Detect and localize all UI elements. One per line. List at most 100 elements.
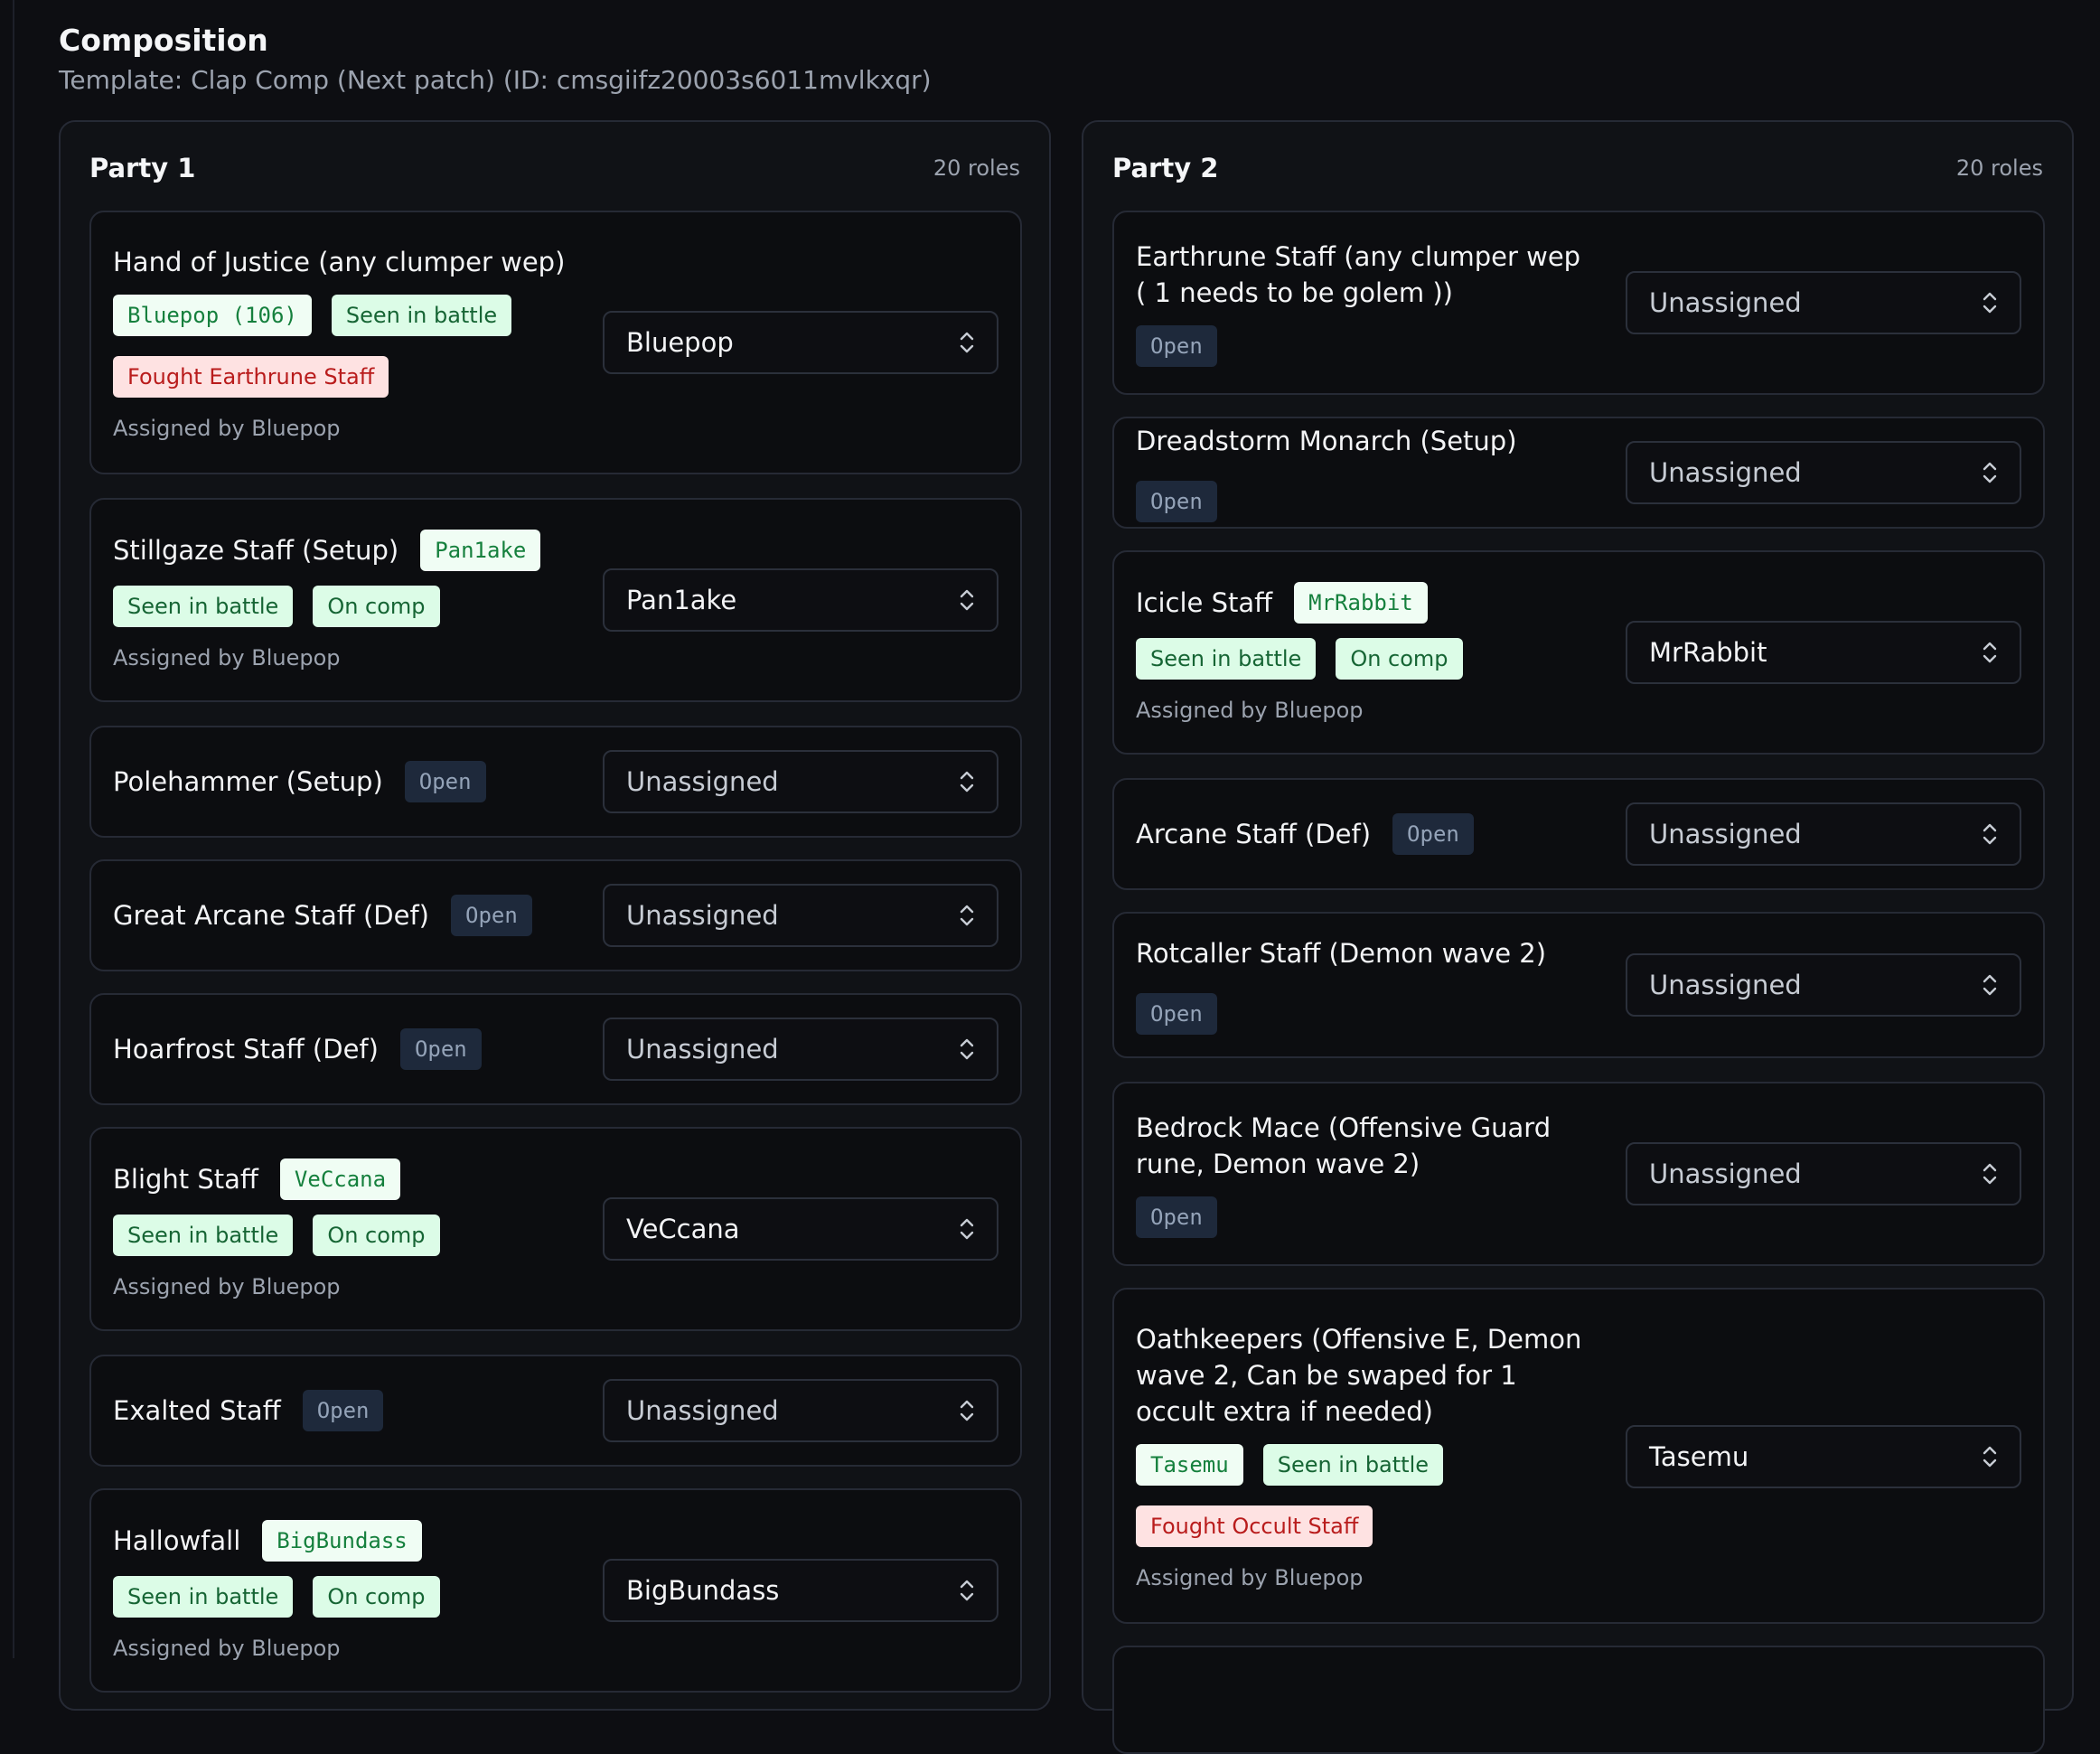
role-name: Great Arcane Staff (Def) — [113, 900, 429, 931]
role-tags: Tasemu Seen in battle Fought Occult Staf… — [1136, 1444, 1597, 1547]
player-select[interactable]: Unassigned — [1626, 953, 2021, 1017]
party-1-panel: Party 1 20 roles Hand of Justice (any cl… — [59, 120, 1051, 1711]
role-title-row: Blight Staff VeCcana — [113, 1158, 574, 1200]
chevron-up-down-icon — [960, 332, 974, 353]
role-info: Oathkeepers (Offensive E, Demon wave 2, … — [1136, 1290, 1597, 1622]
assigned-by-text: Assigned by Bluepop — [113, 416, 341, 441]
select-value: Unassigned — [1649, 1158, 1802, 1189]
seen-in-battle-tag: Seen in battle — [113, 1576, 294, 1618]
role-name: Polehammer (Setup) — [113, 766, 383, 797]
player-select[interactable]: Bluepop — [603, 311, 998, 374]
role-info: Arcane Staff (Def) Open — [1136, 780, 1597, 888]
chevron-up-down-icon — [960, 589, 974, 611]
role-info: Bedrock Mace (Offensive Guard rune, Demo… — [1136, 1083, 1597, 1264]
role-card: Blight Staff VeCcana Seen in battle On c… — [89, 1127, 1022, 1331]
role-tags: Seen in battle On comp — [113, 1576, 574, 1618]
role-card — [1112, 1646, 2045, 1754]
player-select[interactable]: MrRabbit — [1626, 621, 2021, 684]
role-tags: Open — [1136, 1196, 1597, 1238]
chevron-up-down-icon — [960, 1218, 974, 1240]
player-select[interactable]: Unassigned — [1626, 802, 2021, 866]
select-value: Tasemu — [1649, 1441, 1749, 1472]
player-select[interactable]: Pan1ake — [603, 568, 998, 632]
role-title-row: Exalted Staff Open — [113, 1390, 574, 1431]
player-select[interactable]: BigBundass — [603, 1559, 998, 1622]
player-tag: Bluepop (106) — [113, 295, 312, 336]
open-tag: Open — [1392, 813, 1474, 855]
role-name: Exalted Staff — [113, 1395, 281, 1426]
player-select[interactable]: Unassigned — [1626, 441, 2021, 504]
player-select[interactable]: VeCcana — [603, 1197, 998, 1261]
role-title-row: Great Arcane Staff (Def) Open — [113, 895, 574, 936]
player-tag: MrRabbit — [1294, 582, 1428, 624]
select-value: VeCcana — [626, 1214, 740, 1244]
open-tag: Open — [404, 761, 486, 802]
role-info: Stillgaze Staff (Setup) Pan1ake Seen in … — [113, 500, 574, 700]
role-info: Polehammer (Setup) Open — [113, 727, 574, 836]
player-tag: Pan1ake — [420, 530, 541, 571]
role-title-row: Icicle Staff MrRabbit — [1136, 582, 1597, 624]
open-tag: Open — [451, 895, 532, 936]
select-value: Unassigned — [1649, 970, 1802, 1000]
player-tag: Tasemu — [1136, 1444, 1243, 1486]
role-card: Stillgaze Staff (Setup) Pan1ake Seen in … — [89, 498, 1022, 702]
role-name: Arcane Staff (Def) — [1136, 819, 1372, 849]
chevron-up-down-icon — [960, 1038, 974, 1060]
role-info: Rotcaller Staff (Demon wave 2) Open — [1136, 914, 1597, 1056]
role-info: Hallowfall BigBundass Seen in battle On … — [113, 1490, 574, 1691]
party-2-panel: Party 2 20 roles Earthrune Staff (any cl… — [1082, 120, 2074, 1754]
player-select[interactable]: Unassigned — [603, 1018, 998, 1081]
role-info: Icicle Staff MrRabbit Seen in battle On … — [1136, 552, 1597, 753]
role-tags: Seen in battle On comp — [1136, 638, 1597, 680]
role-name: Oathkeepers (Offensive E, Demon wave 2, … — [1136, 1324, 1582, 1427]
role-info: Dreadstorm Monarch (Setup) Open — [1136, 418, 1597, 527]
role-info: Hand of Justice (any clumper wep) Bluepo… — [113, 212, 574, 473]
role-name: Stillgaze Staff (Setup) — [113, 535, 399, 566]
assigned-by-text: Assigned by Bluepop — [113, 1636, 341, 1661]
chevron-up-down-icon — [1983, 1163, 1997, 1185]
open-tag: Open — [302, 1390, 384, 1431]
party-2-title: Party 2 — [1112, 153, 1219, 183]
role-card: Hand of Justice (any clumper wep) Bluepo… — [89, 211, 1022, 474]
role-card: Great Arcane Staff (Def) Open Unassigned — [89, 859, 1022, 971]
role-title-row: Hoarfrost Staff (Def) Open — [113, 1028, 574, 1070]
open-tag: Open — [1136, 1196, 1217, 1238]
role-tags: Open — [1136, 325, 1597, 367]
select-value: BigBundass — [626, 1575, 780, 1606]
chevron-up-down-icon — [960, 905, 974, 926]
chevron-up-down-icon — [1983, 292, 1997, 314]
open-tag: Open — [1136, 481, 1217, 522]
role-info: Great Arcane Staff (Def) Open — [113, 861, 574, 970]
role-name: Hoarfrost Staff (Def) — [113, 1034, 379, 1065]
role-card: Hallowfall BigBundass Seen in battle On … — [89, 1488, 1022, 1693]
party-2-header: Party 2 20 roles — [1112, 153, 2043, 183]
role-card: Hoarfrost Staff (Def) Open Unassigned — [89, 993, 1022, 1105]
role-info: Exalted Staff Open — [113, 1356, 574, 1465]
role-tags: Seen in battle On comp — [113, 1215, 574, 1256]
assigned-by-text: Assigned by Bluepop — [1136, 1565, 1364, 1590]
select-value: Unassigned — [626, 1034, 779, 1065]
role-title-row: Arcane Staff (Def) Open — [1136, 813, 1597, 855]
role-name: Rotcaller Staff (Demon wave 2) — [1136, 938, 1547, 969]
role-card: Arcane Staff (Def) Open Unassigned — [1112, 778, 2045, 890]
seen-in-battle-tag: Seen in battle — [331, 295, 512, 336]
player-select[interactable]: Unassigned — [1626, 1142, 2021, 1205]
chevron-up-down-icon — [1983, 462, 1997, 483]
open-tag: Open — [1136, 993, 1217, 1035]
on-comp-tag: On comp — [313, 1576, 440, 1618]
player-select[interactable]: Unassigned — [603, 884, 998, 947]
role-title-row: Polehammer (Setup) Open — [113, 761, 574, 802]
player-select[interactable]: Unassigned — [603, 750, 998, 813]
role-tags: Seen in battle On comp — [113, 586, 574, 627]
player-select[interactable]: Unassigned — [1626, 271, 2021, 334]
role-name: Hallowfall — [113, 1525, 241, 1556]
select-value: Unassigned — [1649, 287, 1802, 318]
seen-in-battle-tag: Seen in battle — [1262, 1444, 1444, 1486]
player-select[interactable]: Unassigned — [603, 1379, 998, 1442]
page-border — [13, 0, 14, 1658]
select-value: Unassigned — [626, 1395, 779, 1426]
chevron-up-down-icon — [1983, 642, 1997, 663]
player-select[interactable]: Tasemu — [1626, 1425, 2021, 1488]
role-name: Dreadstorm Monarch (Setup) — [1136, 426, 1517, 456]
seen-in-battle-tag: Seen in battle — [113, 1215, 294, 1256]
